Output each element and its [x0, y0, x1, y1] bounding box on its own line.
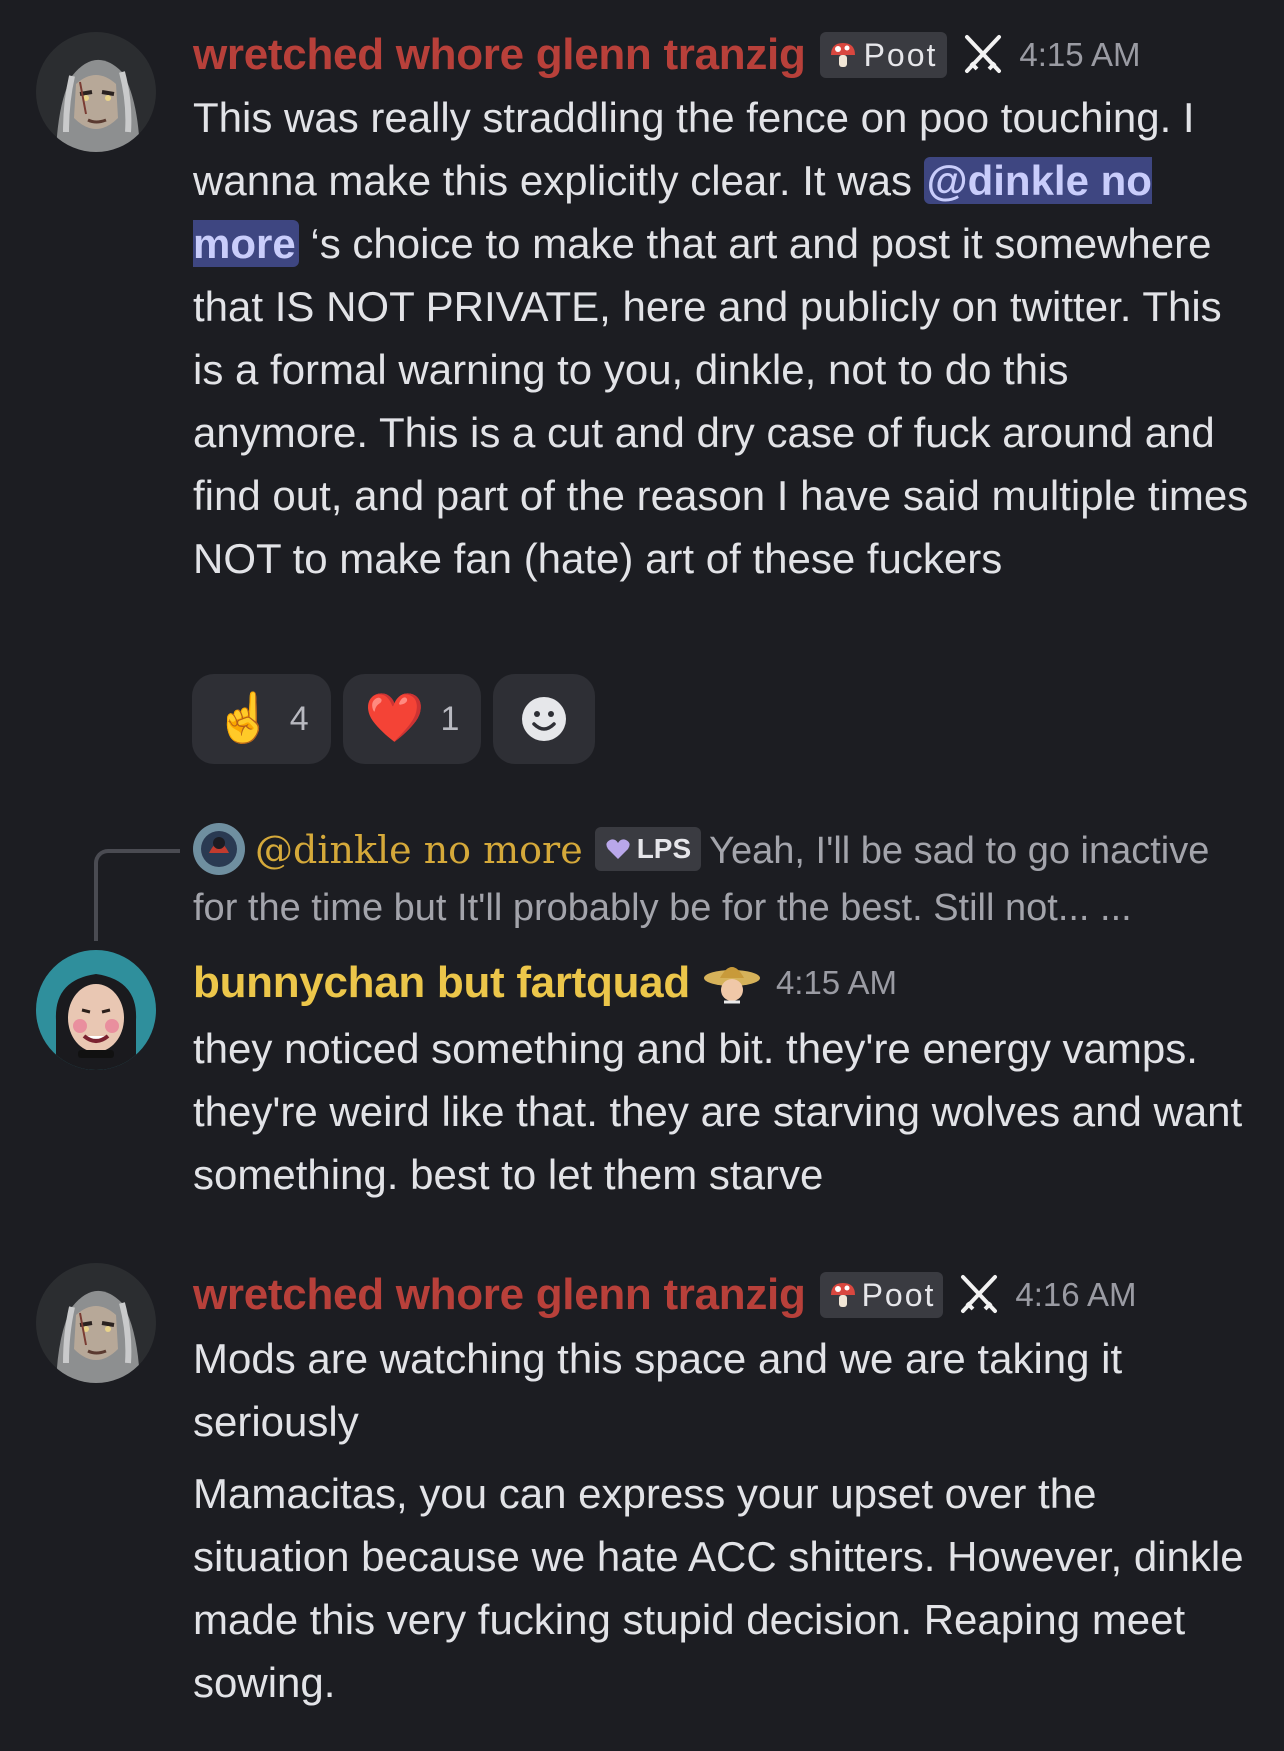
message-body: Mods are watching this space and we are … [193, 1335, 1123, 1445]
crossed-swords-icon [961, 1275, 998, 1313]
reply-server-tag[interactable]: LPS [594, 826, 702, 871]
add-reaction-smiley-icon [522, 697, 567, 741]
reply-preview[interactable]: @dinkle no more LPS Yeah, I'll be sad to g… [193, 822, 1253, 937]
reply-username[interactable]: @dinkle no more [255, 828, 583, 872]
server-tag-label: Poot [863, 36, 938, 73]
server-tag[interactable]: Poot [819, 32, 948, 78]
message-header: wretched whore glenn tranzig Poot 4:16 A… [193, 1270, 1136, 1320]
reply-avatar [193, 823, 245, 875]
reaction-count: 1 [440, 699, 460, 738]
mushroom-icon [830, 43, 855, 67]
add-reaction-button[interactable] [493, 674, 596, 764]
username[interactable]: bunnychan but fartquad [193, 958, 690, 1008]
avatar[interactable] [36, 1263, 156, 1383]
sombrero-emoji-icon [703, 967, 760, 1004]
reaction-heart[interactable]: ❤️ 1 [342, 674, 482, 764]
server-tag[interactable]: Poot [819, 1272, 944, 1318]
red-heart-emoji-icon: ❤️ [364, 692, 425, 745]
server-tag-label: Poot [861, 1276, 936, 1313]
message-header: wretched whore glenn tranzig Poot 4:15 A… [193, 30, 1140, 80]
avatar[interactable] [36, 950, 156, 1070]
message-text: ‘s choice to make that art and post it s… [193, 220, 1249, 582]
message-header: bunnychan but fartquad 4:15 AM [193, 958, 897, 1008]
message-body: Mamacitas, you can express your upset ov… [193, 1470, 1244, 1706]
reply-connector [94, 849, 180, 941]
reactions-bar: ☝️ 4 ❤️ 1 [192, 674, 596, 764]
username[interactable]: wretched whore glenn tranzig [193, 1270, 806, 1320]
reaction-pointing-up[interactable]: ☝️ 4 [192, 674, 331, 764]
message-body: they noticed something and bit. they're … [193, 1025, 1243, 1198]
crossed-swords-icon [965, 35, 1002, 73]
heart-icon [606, 839, 630, 859]
pointing-up-emoji-icon: ☝️ [214, 692, 274, 745]
reaction-count: 4 [289, 699, 309, 738]
timestamp: 4:15 AM [775, 964, 898, 1001]
mushroom-icon [830, 1283, 855, 1307]
username[interactable]: wretched whore glenn tranzig [193, 30, 806, 80]
message-body: This was really straddling the fence on … [193, 86, 1253, 590]
timestamp: 4:15 AM [1019, 36, 1141, 73]
timestamp: 4:16 AM [1015, 1276, 1137, 1313]
reply-server-tag-label: LPS [636, 833, 692, 865]
avatar[interactable] [36, 32, 156, 152]
